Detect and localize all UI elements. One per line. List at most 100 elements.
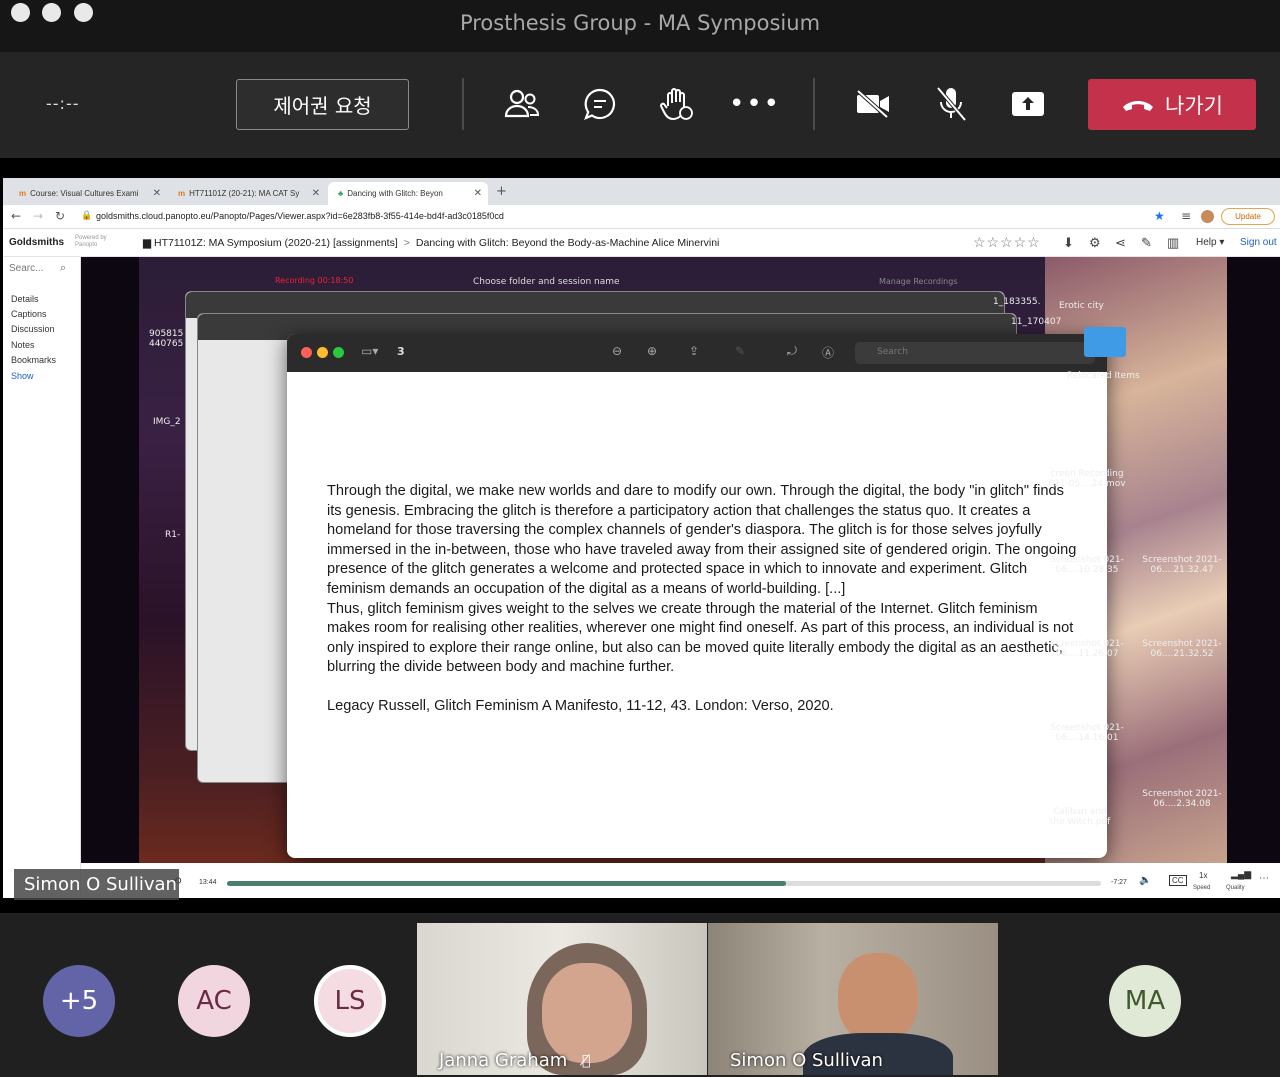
more-participants-badge[interactable]: +5 bbox=[43, 965, 115, 1037]
desktop-file: Screenshot 021-06....11.26.07 bbox=[1050, 639, 1124, 659]
recording-label: Recording 00:18:50 bbox=[275, 276, 354, 285]
camera-off-icon[interactable] bbox=[853, 84, 893, 124]
update-button[interactable]: Update bbox=[1221, 208, 1275, 225]
desktop-file: Erotic city bbox=[1059, 301, 1104, 311]
sidebar-search-input[interactable]: Searc... bbox=[9, 263, 43, 274]
desktop-file: 11_170407 bbox=[1011, 317, 1062, 327]
back-icon[interactable]: ← bbox=[11, 209, 21, 223]
sidebar-item-discussion[interactable]: Discussion bbox=[11, 324, 55, 334]
participant-video-tile[interactable]: Simon O Sullivan bbox=[708, 923, 998, 1075]
desktop-file: Screenshot 2021-06....21.32.47 bbox=[1142, 555, 1222, 575]
participant-face bbox=[838, 953, 918, 1043]
mic-off-icon[interactable] bbox=[931, 84, 971, 124]
desktop-file: Relocated Items bbox=[1067, 371, 1140, 381]
browser-tab-strip: m Course: Visual Cultures Exami ✕ m HT71… bbox=[3, 178, 1280, 205]
speed-label: Speed bbox=[1193, 885, 1211, 891]
share-icon[interactable] bbox=[1008, 84, 1048, 124]
participants-icon[interactable] bbox=[502, 84, 542, 124]
search-icon[interactable]: ⌕ bbox=[60, 262, 66, 275]
participant-avatar[interactable]: LS bbox=[314, 965, 386, 1037]
preview-toolbar: ▭▾ 3 ⊖ ⊕ ⇪ ✎ ⤾ Ⓐ Search bbox=[287, 334, 1107, 372]
sidebar-toggle-icon: ▭▾ bbox=[361, 344, 379, 358]
more-options-icon[interactable]: ⋯ bbox=[1259, 873, 1269, 884]
sidebar-item-bookmarks[interactable]: Bookmarks bbox=[11, 355, 56, 365]
sidebar-item-notes[interactable]: Notes bbox=[11, 340, 35, 350]
manage-recordings-label: Manage Recordings bbox=[879, 277, 958, 286]
rating-stars[interactable]: ☆☆☆☆☆ bbox=[973, 234, 1041, 251]
sign-out-link[interactable]: Sign out bbox=[1240, 237, 1277, 248]
more-icon[interactable]: ••• bbox=[729, 84, 779, 124]
participant-gallery: +5 AC LS MA Janna Graham 🎙̸ Simon O Sull… bbox=[0, 913, 1280, 1077]
progress-bar[interactable] bbox=[227, 881, 1101, 886]
request-control-button[interactable]: 제어권 요청 bbox=[236, 79, 409, 130]
help-menu[interactable]: Help ▾ bbox=[1196, 237, 1224, 248]
chat-icon[interactable] bbox=[580, 84, 620, 124]
close-tab-icon[interactable]: ✕ bbox=[474, 188, 482, 199]
download-icon[interactable]: ⬇ bbox=[1063, 235, 1074, 251]
stats-icon[interactable]: ▥ bbox=[1167, 235, 1179, 251]
url-field[interactable]: goldsmiths.cloud.panopto.eu/Panopto/Page… bbox=[96, 211, 504, 221]
close-tab-icon[interactable]: ✕ bbox=[153, 188, 161, 199]
player-controls: ⟲ 13:44 -7:27 🔈 CC 1x Speed ▂▄▆ Quality … bbox=[81, 863, 1280, 898]
sidebar-item-details[interactable]: Details bbox=[11, 294, 39, 304]
reload-icon[interactable]: ↻ bbox=[55, 209, 65, 223]
new-tab-icon[interactable]: + bbox=[496, 184, 507, 199]
participant-avatar[interactable]: MA bbox=[1109, 965, 1181, 1037]
video-viewer[interactable]: 905815 440765 IMG_2 R1- Recording 00:18:… bbox=[81, 257, 1280, 863]
meeting-timer: --:-- bbox=[46, 94, 80, 113]
participant-video-tile[interactable]: Janna Graham 🎙̸ bbox=[417, 923, 707, 1075]
phone-hangup-icon bbox=[1123, 100, 1154, 111]
settings-gear-icon[interactable]: ⚙ bbox=[1089, 235, 1101, 251]
mic-muted-icon: 🎙̸ bbox=[582, 1053, 591, 1069]
breadcrumb: ▆ HT71101Z: MA Symposium (2020-21) [assi… bbox=[143, 237, 720, 249]
shared-screen: m Course: Visual Cultures Exami ✕ m HT71… bbox=[0, 158, 1280, 913]
profile-avatar[interactable] bbox=[1201, 210, 1214, 223]
browser-tab-active[interactable]: ♣ Dancing with Glitch: Beyon ✕ bbox=[328, 182, 488, 205]
forward-icon[interactable]: → bbox=[33, 209, 43, 223]
desktop-file: Screenshot 2021-06....2.34.08 bbox=[1142, 789, 1222, 809]
edit-pencil-icon[interactable]: ✎ bbox=[1141, 235, 1152, 251]
share-link-icon[interactable]: ⋖ bbox=[1115, 235, 1126, 251]
speed-value[interactable]: 1x bbox=[1199, 871, 1207, 880]
sidebar-item-captions[interactable]: Captions bbox=[11, 309, 47, 319]
volume-icon[interactable]: 🔈 bbox=[1139, 875, 1151, 886]
participant-name: Simon O Sullivan bbox=[730, 1050, 883, 1071]
address-bar-row: ← → ↻ 🔒 goldsmiths.cloud.panopto.eu/Pano… bbox=[3, 205, 1280, 229]
breadcrumb-session: Dancing with Glitch: Beyond the Body-as-… bbox=[415, 237, 720, 249]
zoom-in-icon: ⊕ bbox=[647, 344, 658, 358]
preview-search-field: Search bbox=[855, 342, 1095, 364]
breadcrumb-folder[interactable]: HT71101Z: MA Symposium (2020-21) [assign… bbox=[154, 237, 398, 249]
leave-button[interactable]: 나가기 bbox=[1088, 79, 1256, 130]
active-speaker-name: Simon O Sullivan bbox=[14, 869, 179, 900]
browser-tab[interactable]: m HT71101Z (20-21): MA CAT Sy ✕ bbox=[168, 182, 326, 205]
tab-label: Course: Visual Cultures Exami bbox=[30, 189, 139, 198]
desktop-file: R1- bbox=[165, 530, 181, 540]
folder-icon: ▆ bbox=[143, 237, 152, 249]
moodle-favicon-icon: m bbox=[178, 189, 186, 198]
desktop-file: creen Recording 021-05....24.mov bbox=[1048, 469, 1126, 489]
sidebar-item-show[interactable]: Show bbox=[11, 371, 34, 381]
presenter-desktop: 905815 440765 IMG_2 R1- Recording 00:18:… bbox=[139, 257, 1227, 863]
close-tab-icon[interactable]: ✕ bbox=[312, 188, 320, 199]
share-icon: ⇪ bbox=[689, 344, 700, 358]
quality-label: Quality bbox=[1226, 885, 1245, 891]
elapsed-time: 13:44 bbox=[199, 879, 217, 886]
participant-avatar[interactable]: AC bbox=[178, 965, 250, 1037]
captions-icon[interactable]: CC bbox=[1169, 875, 1187, 886]
tab-label: HT71101Z (20-21): MA CAT Sy bbox=[189, 189, 300, 198]
quality-icon[interactable]: ▂▄▆ bbox=[1231, 869, 1251, 880]
close-dot bbox=[301, 347, 312, 358]
panopto-favicon-icon: ♣ bbox=[338, 189, 344, 198]
raise-hand-icon[interactable] bbox=[657, 84, 697, 124]
reading-list-icon[interactable]: ≡ bbox=[1181, 209, 1191, 223]
browser-tab[interactable]: m Course: Visual Cultures Exami ✕ bbox=[9, 182, 167, 205]
desktop-file: Screenshot 021-06....14.16.01 bbox=[1050, 723, 1124, 743]
zoom-out-icon: ⊖ bbox=[612, 344, 623, 358]
toolbar-divider bbox=[813, 78, 815, 130]
rotate-icon: ⤾ bbox=[787, 344, 797, 358]
quote-paragraph: Through the digital, we make new worlds … bbox=[327, 483, 1077, 597]
annotate-icon: Ⓐ bbox=[822, 346, 835, 360]
bookmark-star-icon[interactable]: ★ bbox=[1154, 209, 1165, 223]
window-title: Prosthesis Group - MA Symposium bbox=[459, 11, 821, 35]
goldsmiths-logo[interactable]: Goldsmiths bbox=[9, 237, 64, 248]
